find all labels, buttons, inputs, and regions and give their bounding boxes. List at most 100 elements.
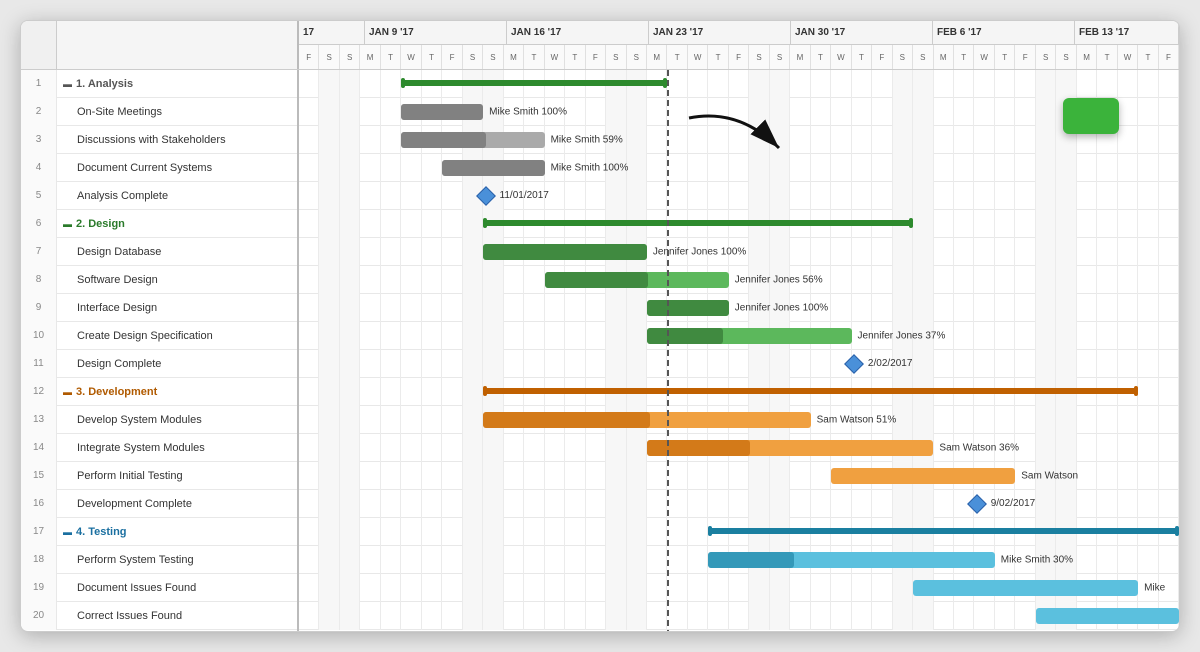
bar-fill — [647, 440, 750, 456]
timeline-cell — [729, 462, 749, 490]
timeline-cell — [545, 518, 565, 546]
task-row: 17▬4. Testing — [21, 518, 297, 546]
day-cell: S — [627, 45, 647, 69]
timeline-cell — [974, 238, 994, 266]
bar-fill — [483, 412, 650, 428]
timeline-cell — [1118, 182, 1138, 210]
timeline-cell — [995, 98, 1015, 126]
timeline-cell — [934, 602, 954, 630]
timeline-cell — [319, 322, 339, 350]
task-bar: Sam Watson 36% — [647, 440, 934, 456]
timeline-cell — [319, 378, 339, 406]
timeline-cell — [401, 182, 421, 210]
timeline-cell — [606, 182, 626, 210]
timeline-cell — [524, 574, 544, 602]
timeline-cell — [401, 350, 421, 378]
week-label: FEB 13 '17 — [1075, 21, 1179, 44]
timeline-cell — [360, 98, 380, 126]
timeline-cell — [422, 378, 442, 406]
timeline-cell — [708, 574, 728, 602]
timeline-cell — [360, 406, 380, 434]
timeline-cell — [606, 574, 626, 602]
timeline-cell — [852, 126, 872, 154]
timeline-cell — [1015, 98, 1035, 126]
timeline-cell — [831, 294, 851, 322]
timeline-cell — [893, 266, 913, 294]
timeline-cell — [831, 574, 851, 602]
timeline-cell — [422, 574, 442, 602]
timeline-cell — [729, 350, 749, 378]
timeline-cell — [1056, 70, 1076, 98]
timeline-cell — [524, 322, 544, 350]
timeline-cell — [1036, 210, 1056, 238]
timeline-cell — [606, 350, 626, 378]
timeline-cell — [954, 154, 974, 182]
timeline-cell — [1077, 182, 1097, 210]
task-bar: Jennifer Jones 100% — [483, 244, 647, 260]
timeline-cell — [627, 434, 647, 462]
bar-fill — [401, 104, 483, 120]
timeline-cell — [708, 182, 728, 210]
row-number: 18 — [21, 546, 57, 574]
timeline-cell — [319, 98, 339, 126]
timeline-cell — [1118, 238, 1138, 266]
timeline-cell — [401, 434, 421, 462]
timeline-cell — [442, 210, 462, 238]
timeline-cell — [545, 322, 565, 350]
timeline-cell — [1015, 154, 1035, 182]
timeline-cell — [381, 462, 401, 490]
group-expand-icon[interactable]: ▬ — [63, 219, 72, 229]
timeline-cell — [442, 182, 462, 210]
timeline-cell — [442, 294, 462, 322]
timeline-cell — [1056, 294, 1076, 322]
timeline-cell — [934, 210, 954, 238]
row-number: 16 — [21, 490, 57, 518]
timeline-cell — [770, 70, 790, 98]
timeline-cell — [1056, 406, 1076, 434]
cta-button[interactable] — [1063, 98, 1119, 134]
timeline-cell — [565, 490, 585, 518]
day-cell: W — [545, 45, 565, 69]
timeline-cell — [893, 238, 913, 266]
timeline-cell — [442, 266, 462, 294]
timeline-cell — [442, 378, 462, 406]
task-row: 14Integrate System Modules — [21, 434, 297, 462]
timeline-cell — [1056, 210, 1076, 238]
timeline-cell — [299, 70, 319, 98]
timeline-cell — [1097, 70, 1117, 98]
timeline-cell — [831, 98, 851, 126]
day-cell: T — [954, 45, 974, 69]
timeline-row: Jennifer Jones 100% — [299, 238, 1179, 266]
timeline-cell — [483, 434, 503, 462]
group-expand-icon[interactable]: ▬ — [63, 527, 72, 537]
timeline-cell — [299, 98, 319, 126]
timeline-cell — [422, 462, 442, 490]
timeline-cell — [381, 406, 401, 434]
day-cell: W — [688, 45, 708, 69]
timeline-cell — [934, 406, 954, 434]
row-number: 9 — [21, 294, 57, 322]
timeline-cell — [995, 350, 1015, 378]
timeline-cell — [401, 322, 421, 350]
timeline-cell — [811, 490, 831, 518]
bar-fill — [483, 244, 647, 260]
row-number: 14 — [21, 434, 57, 462]
timeline-cell — [913, 154, 933, 182]
timeline-cell — [565, 322, 585, 350]
timeline-cell — [524, 546, 544, 574]
timeline-cell — [422, 350, 442, 378]
timeline-cell — [1097, 238, 1117, 266]
row-number: 13 — [21, 406, 57, 434]
day-cell: S — [1056, 45, 1076, 69]
group-expand-icon[interactable]: ▬ — [63, 79, 72, 89]
timeline-cell — [1036, 126, 1056, 154]
timeline-cell — [463, 574, 483, 602]
timeline-cell — [749, 350, 769, 378]
timeline-cell — [1159, 350, 1179, 378]
task-bar: Mike — [913, 580, 1138, 596]
row-number: 19 — [21, 574, 57, 602]
group-expand-icon[interactable]: ▬ — [63, 387, 72, 397]
bar-label: Mike Smith 30% — [1001, 555, 1073, 566]
timeline-cell — [463, 462, 483, 490]
timeline-cell — [1015, 126, 1035, 154]
